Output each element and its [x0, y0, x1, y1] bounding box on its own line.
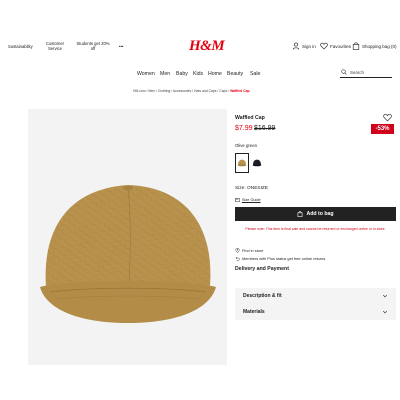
- nav-men[interactable]: Men: [160, 71, 170, 77]
- favourites-button[interactable]: Favourites: [320, 42, 351, 50]
- materials-accordion[interactable]: Materials: [235, 304, 396, 320]
- shopping-bag-button[interactable]: Shopping bag (0): [352, 42, 397, 50]
- breadcrumb: HM.com / Men / Clothing / Accessories / …: [133, 89, 250, 93]
- product-image[interactable]: [28, 109, 227, 365]
- cap-image: [40, 185, 216, 323]
- description-fit-accordion[interactable]: Description & fit: [235, 288, 396, 304]
- top-bar: Sustainability Customer Service Students…: [0, 36, 400, 58]
- bag-icon: [352, 42, 360, 50]
- favourites-label: Favourites: [330, 43, 352, 49]
- location-pin-icon: [235, 248, 240, 253]
- members-returns-info: Members with Plus status get free online…: [235, 256, 326, 261]
- more-menu-button[interactable]: •••: [119, 44, 123, 49]
- cap-thumbnail-navy: [252, 159, 262, 166]
- chevron-down-icon: [382, 294, 388, 298]
- size-guide-link[interactable]: Size Guide: [235, 198, 261, 202]
- nav-kids[interactable]: Kids: [193, 71, 203, 77]
- original-price: $16.99: [254, 125, 276, 132]
- members-returns-label: Members with Plus status get free online…: [242, 256, 327, 261]
- color-swatch-olive[interactable]: [235, 153, 249, 173]
- nav-women[interactable]: Women: [137, 71, 155, 77]
- search-icon: [341, 69, 347, 75]
- sale-price: $7.99: [235, 125, 253, 132]
- search-input[interactable]: Search: [340, 67, 392, 78]
- breadcrumb-trail[interactable]: HM.com / Men / Clothing / Accessories / …: [133, 89, 229, 93]
- find-in-store-label: Find in store: [242, 248, 264, 253]
- students-discount-link[interactable]: Students get 20% off: [76, 41, 110, 51]
- heart-icon: [320, 42, 328, 50]
- size-guide-label: Size Guide: [242, 198, 261, 202]
- customer-service-link[interactable]: Customer Service: [44, 41, 66, 51]
- ruler-icon: [235, 198, 240, 202]
- nav-beauty[interactable]: Beauty: [227, 71, 243, 77]
- chevron-down-icon: [382, 310, 388, 314]
- find-in-store-link[interactable]: Find in store: [235, 248, 263, 253]
- favourite-heart-icon[interactable]: [383, 113, 392, 122]
- breadcrumb-current: Waffled Cap: [230, 89, 250, 93]
- sign-in-label: Sign in: [302, 43, 316, 49]
- discount-badge: -53%: [371, 124, 394, 134]
- sign-in-button[interactable]: Sign in: [292, 42, 316, 50]
- product-title: Waffled Cap: [235, 115, 265, 121]
- cap-thumbnail-olive: [237, 159, 247, 166]
- user-icon: [292, 42, 300, 50]
- sustainability-link[interactable]: Sustainability: [8, 44, 33, 49]
- color-swatch-navy[interactable]: [250, 153, 264, 173]
- shopping-bag-label: Shopping bag (0): [362, 43, 397, 49]
- add-to-bag-label: Add to bag: [306, 211, 334, 217]
- nav-home[interactable]: Home: [208, 71, 222, 77]
- search-placeholder: Search: [350, 69, 364, 75]
- add-to-bag-button[interactable]: Add to bag: [235, 207, 396, 221]
- return-icon: [235, 256, 240, 261]
- delivery-payment-heading[interactable]: Delivery and Payment: [235, 266, 289, 272]
- color-name: Olive green: [235, 143, 257, 148]
- materials-label: Materials: [243, 309, 265, 315]
- nav-sale[interactable]: Sale: [250, 71, 260, 77]
- description-fit-label: Description & fit: [243, 293, 282, 299]
- bag-icon: [298, 211, 303, 217]
- size-label: Size: ONESIZE: [235, 186, 269, 191]
- nav-baby[interactable]: Baby: [176, 71, 188, 77]
- hm-logo[interactable]: H&M: [189, 38, 225, 55]
- final-sale-notice: Please note: This item is final sale and…: [245, 227, 386, 231]
